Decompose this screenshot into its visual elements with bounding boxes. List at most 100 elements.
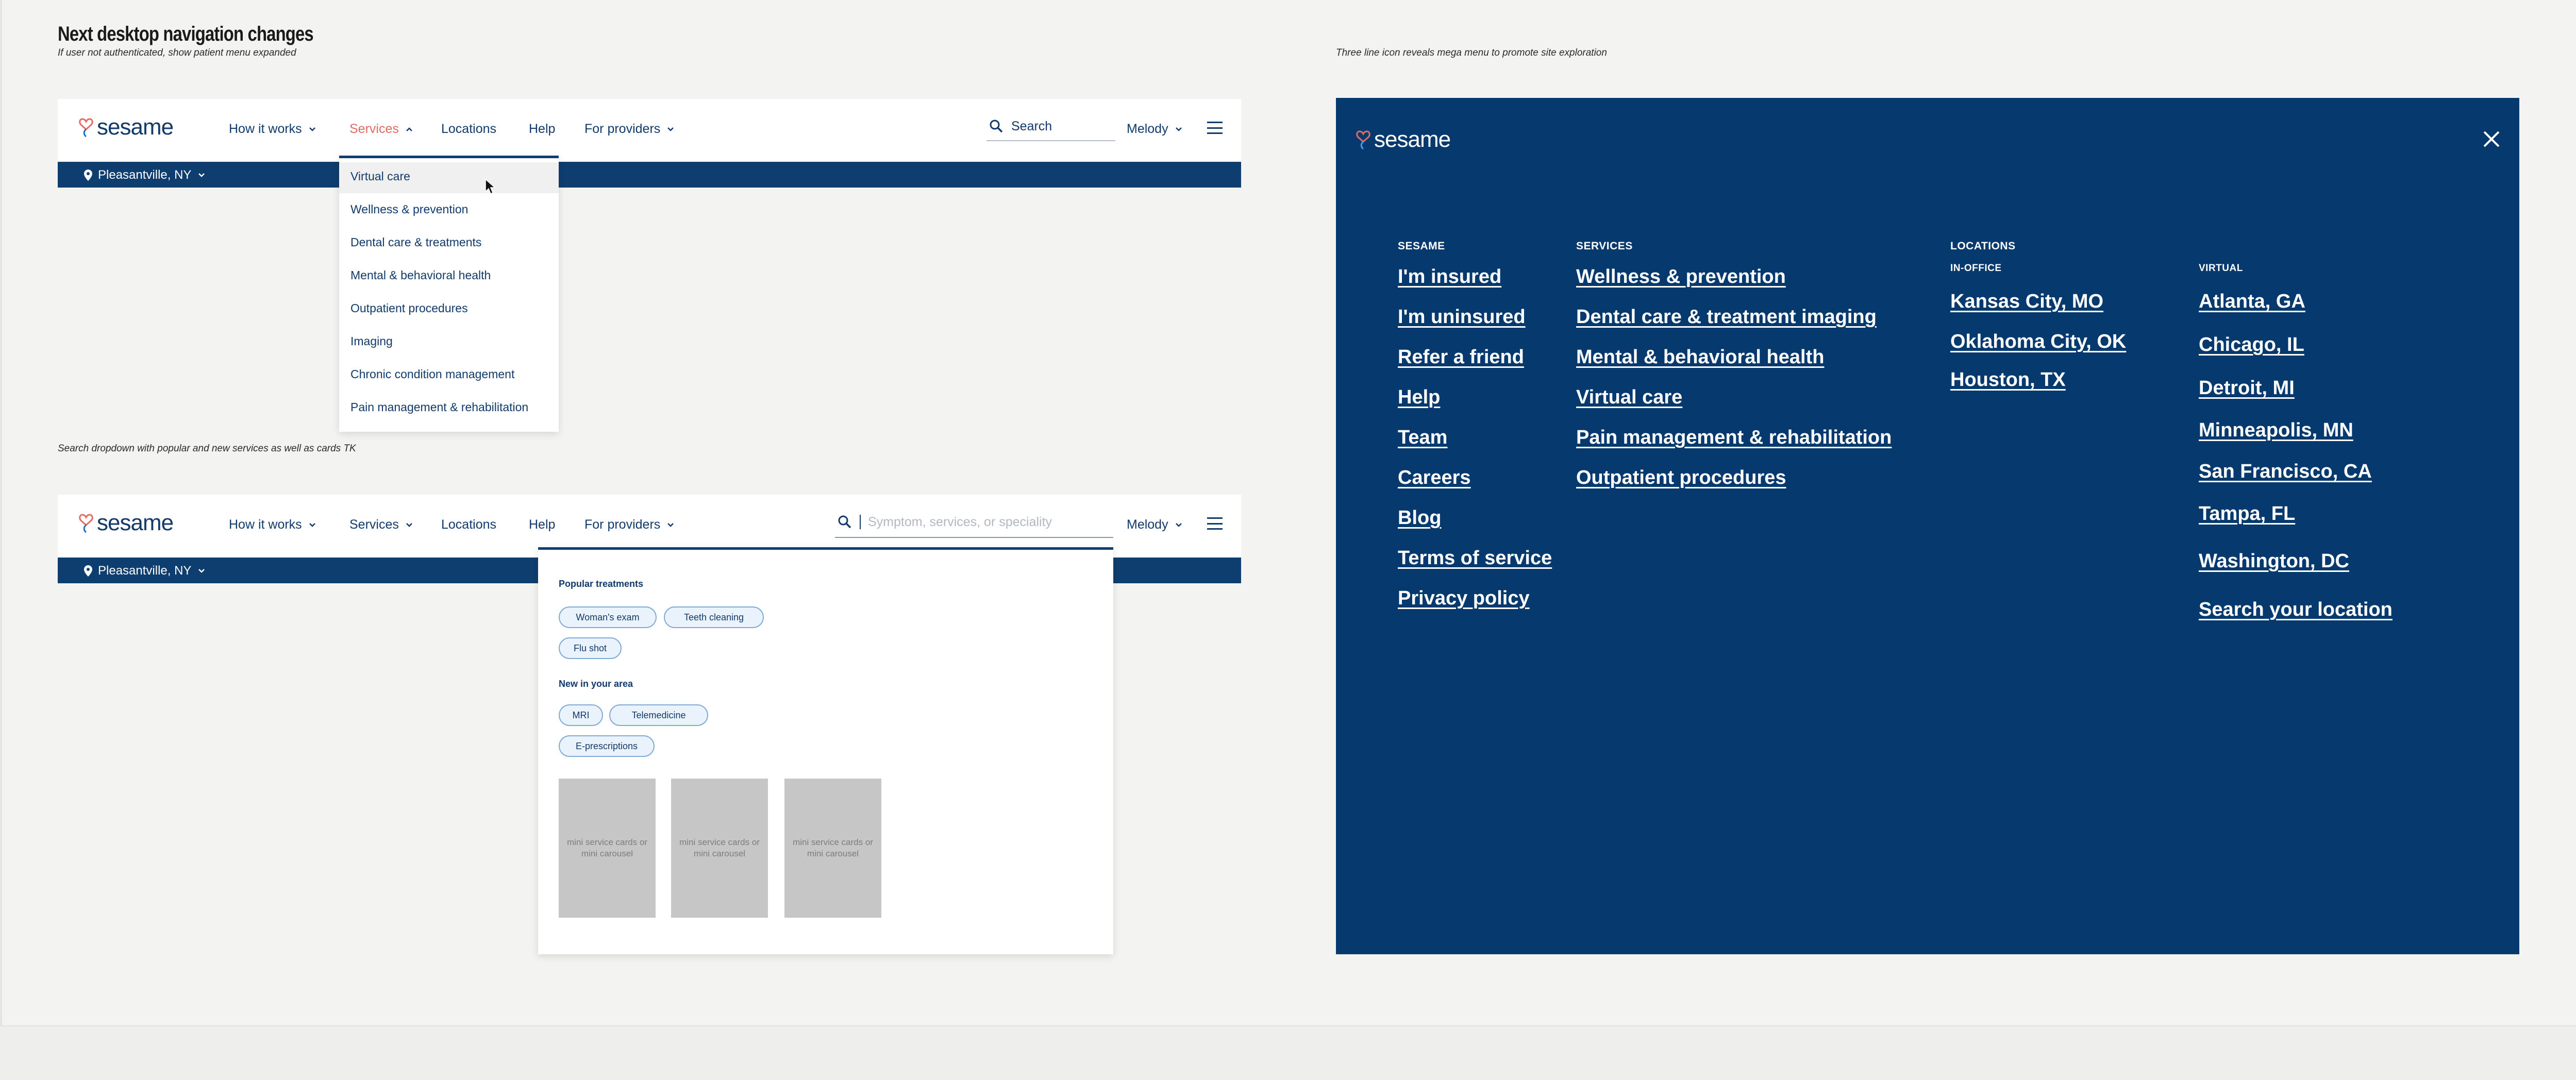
mega-link[interactable]: Search your location xyxy=(2199,599,2393,621)
dropdown-item[interactable]: Dental care & treatments xyxy=(350,235,481,249)
mega-link[interactable]: Houston, TX xyxy=(1950,369,2066,391)
nav-how-it-works[interactable]: How it works xyxy=(229,517,317,532)
top-navbar: sesame How it works Services Locations H… xyxy=(58,99,1241,162)
hamburger-menu-icon[interactable] xyxy=(1207,517,1223,530)
mega-link[interactable]: Terms of service xyxy=(1398,547,1552,569)
canvas-edge xyxy=(0,0,2,1025)
chip-telemedicine[interactable]: Telemedicine xyxy=(609,704,708,726)
dropdown-item[interactable]: Wellness & prevention xyxy=(350,202,468,216)
mega-link[interactable]: Mental & behavioral health xyxy=(1576,346,1824,368)
dropdown-item[interactable]: Imaging xyxy=(350,334,393,348)
mega-link[interactable]: Wellness & prevention xyxy=(1576,266,1786,288)
chevron-down-icon xyxy=(309,127,315,131)
chip-mri[interactable]: MRI xyxy=(559,704,603,726)
map-pin-icon xyxy=(84,565,92,577)
sesame-column-heading: SESAME xyxy=(1398,240,1445,252)
user-menu[interactable]: Melody xyxy=(1127,122,1184,137)
chevron-down-icon xyxy=(1175,127,1182,131)
map-pin-icon xyxy=(84,170,92,181)
dropdown-item[interactable]: Virtual care xyxy=(350,170,410,183)
search-icon xyxy=(990,120,1003,133)
nav-locations[interactable]: Locations xyxy=(441,517,496,532)
location-selector[interactable]: Pleasantville, NY xyxy=(83,168,207,182)
search-trigger[interactable]: Search xyxy=(989,119,1052,134)
mega-link[interactable]: Outpatient procedures xyxy=(1576,467,1786,489)
mega-link[interactable]: Virtual care xyxy=(1576,386,1682,409)
dropdown-item[interactable]: Mental & behavioral health xyxy=(350,268,491,282)
nav-services[interactable]: Services xyxy=(349,517,414,532)
location-selector[interactable]: Pleasantville, NY xyxy=(83,564,207,578)
chip-e-prescriptions[interactable]: E-prescriptions xyxy=(559,735,655,757)
mega-link[interactable]: Minneapolis, MN xyxy=(2199,419,2353,442)
page-title: Next desktop navigation changes xyxy=(58,23,314,45)
hamburger-menu-icon[interactable] xyxy=(1207,122,1223,134)
services-dropdown: Virtual care Wellness & prevention Denta… xyxy=(339,156,559,432)
mini-service-card[interactable]: mini service cards or mini carousel xyxy=(559,779,656,918)
search-input-group[interactable]: Symptom, services, or speciality xyxy=(837,514,1052,530)
search-caption: Search dropdown with popular and new ser… xyxy=(58,443,356,454)
mega-link[interactable]: Refer a friend xyxy=(1398,346,1524,368)
heart-logo-icon xyxy=(79,514,93,533)
search-input[interactable]: Symptom, services, or speciality xyxy=(868,515,1052,530)
mega-link[interactable]: San Francisco, CA xyxy=(2199,461,2372,483)
search-icon xyxy=(838,515,851,529)
nav-help[interactable]: Help xyxy=(529,517,555,532)
nav-for-providers-label: For providers xyxy=(584,122,661,136)
mega-link[interactable]: Pain management & rehabilitation xyxy=(1576,427,1892,449)
dropdown-item[interactable]: Pain management & rehabilitation xyxy=(350,400,528,414)
nav-how-it-works[interactable]: How it works xyxy=(229,122,317,137)
search-dropdown: Popular treatments Woman's exam Teeth cl… xyxy=(538,547,1113,954)
services-column-heading: SERVICES xyxy=(1576,240,1633,252)
mega-link[interactable]: Help xyxy=(1398,386,1440,409)
chevron-down-icon xyxy=(198,569,205,573)
sesame-logo[interactable]: sesame xyxy=(78,510,174,536)
user-name: Melody xyxy=(1127,122,1168,136)
mega-link[interactable]: Team xyxy=(1398,427,1447,449)
nav-help-label: Help xyxy=(529,517,556,532)
mini-service-card[interactable]: mini service cards or mini carousel xyxy=(784,779,881,918)
virtual-heading: VIRTUAL xyxy=(2199,263,2243,274)
mega-link[interactable]: Tampa, FL xyxy=(2199,503,2295,525)
sesame-logo[interactable]: sesame xyxy=(78,114,174,140)
mini-service-card[interactable]: mini service cards or mini carousel xyxy=(671,779,768,918)
nav-help[interactable]: Help xyxy=(529,122,555,137)
nav-for-providers[interactable]: For providers xyxy=(584,517,676,532)
mega-link[interactable]: Oklahoma City, OK xyxy=(1950,331,2126,353)
chip-flu-shot[interactable]: Flu shot xyxy=(559,637,622,659)
mega-link[interactable]: I'm uninsured xyxy=(1398,306,1526,328)
nav-locations[interactable]: Locations xyxy=(441,122,496,137)
mouse-cursor-icon xyxy=(485,178,496,195)
dropdown-item[interactable]: Outpatient procedures xyxy=(350,301,468,315)
nav-for-providers[interactable]: For providers xyxy=(584,122,676,137)
mega-link[interactable]: Washington, DC xyxy=(2199,550,2349,572)
chevron-down-icon xyxy=(1175,522,1182,527)
nav-how-it-works-label: How it works xyxy=(229,517,302,532)
user-menu[interactable]: Melody xyxy=(1127,517,1184,532)
location-label: Pleasantville, NY xyxy=(98,168,192,182)
mega-link[interactable]: Atlanta, GA xyxy=(2199,291,2305,313)
chevron-down-icon xyxy=(667,127,674,131)
chip-womans-exam[interactable]: Woman's exam xyxy=(559,606,657,628)
search-label: Search xyxy=(1011,119,1052,133)
mega-link[interactable]: Chicago, IL xyxy=(2199,334,2304,356)
mega-link[interactable]: Blog xyxy=(1398,507,1441,529)
mega-link[interactable]: Privacy policy xyxy=(1398,587,1530,610)
logo-wordmark: sesame xyxy=(1374,127,1451,152)
search-underline xyxy=(986,140,1115,141)
mega-menu: sesame SESAME I'm insured I'm uninsured … xyxy=(1336,98,2519,954)
nav-services[interactable]: Services xyxy=(349,122,414,137)
text-caret xyxy=(860,515,861,529)
location-bar: Pleasantville, NY xyxy=(58,162,1241,188)
chevron-down-icon xyxy=(198,173,205,177)
mega-link[interactable]: Detroit, MI xyxy=(2199,377,2295,399)
mega-link[interactable]: Kansas City, MO xyxy=(1950,291,2103,313)
mega-link[interactable]: Careers xyxy=(1398,467,1471,489)
chevron-up-icon xyxy=(406,127,412,131)
dropdown-item[interactable]: Chronic condition management xyxy=(350,367,514,381)
mega-link[interactable]: Dental care & treatment imaging xyxy=(1576,306,1877,328)
mega-link[interactable]: I'm insured xyxy=(1398,266,1501,288)
chip-teeth-cleaning[interactable]: Teeth cleaning xyxy=(664,606,764,628)
sesame-logo[interactable]: sesame xyxy=(1356,127,1451,153)
mega-menu-caption: Three line icon reveals mega menu to pro… xyxy=(1336,47,1607,58)
close-icon[interactable] xyxy=(2482,130,2501,148)
